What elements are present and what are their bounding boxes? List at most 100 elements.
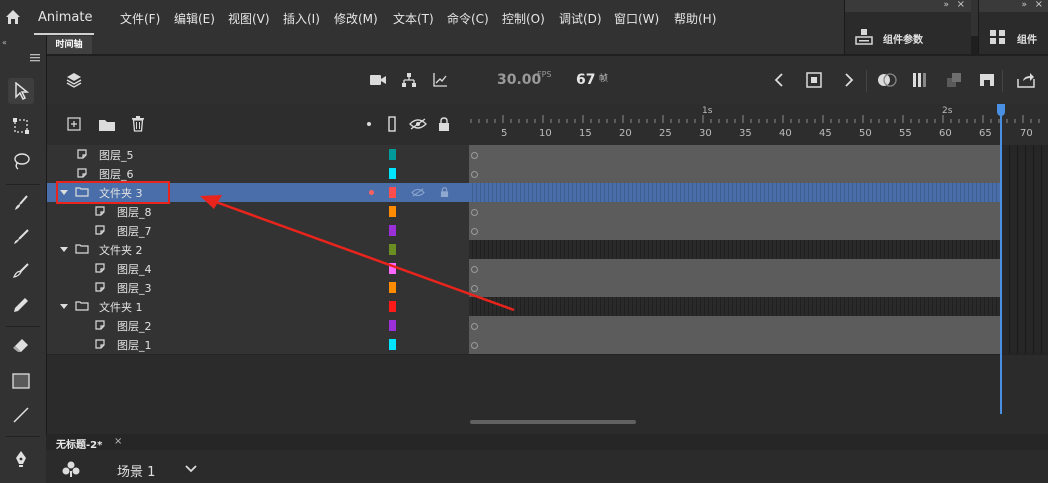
outline-icon[interactable] — [388, 116, 396, 132]
layer-row[interactable]: 图层_3 — [47, 278, 469, 298]
new-folder-icon[interactable] — [98, 118, 116, 132]
keyframe[interactable] — [471, 152, 478, 159]
frame-span[interactable] — [469, 145, 1002, 164]
empty-frames[interactable] — [1002, 335, 1048, 354]
layer-color-swatch[interactable] — [389, 339, 396, 350]
layers-icon[interactable] — [65, 71, 83, 89]
empty-frames[interactable] — [1002, 183, 1048, 202]
layer-row[interactable]: 图层_1 — [47, 335, 469, 355]
lock-icon[interactable] — [440, 187, 449, 197]
keyframe[interactable] — [471, 228, 478, 235]
rectangle-tool-icon[interactable] — [8, 368, 34, 394]
playhead-handle[interactable] — [997, 104, 1005, 116]
frame-span[interactable] — [469, 259, 1002, 278]
layer-name[interactable]: 图层_5 — [99, 147, 134, 163]
highlight-dot-icon[interactable] — [367, 122, 371, 126]
chevron-down-icon[interactable] — [185, 465, 197, 473]
stop-icon[interactable] — [806, 72, 822, 88]
frame-row[interactable] — [469, 202, 1048, 222]
folder-row[interactable]: 文件夹 1 — [47, 297, 469, 317]
menu-window[interactable]: 窗口(W) — [614, 10, 659, 27]
layer-name[interactable]: 图层_7 — [117, 223, 152, 239]
empty-frames[interactable] — [1002, 164, 1048, 183]
close-icon[interactable]: × — [957, 0, 965, 10]
export-icon[interactable] — [1017, 72, 1035, 88]
frame-span[interactable] — [469, 164, 1002, 183]
layer-row[interactable]: 图层_8 — [47, 202, 469, 222]
hide-eye-icon[interactable] — [409, 118, 427, 130]
scene-icon[interactable] — [62, 461, 80, 477]
lock-icon[interactable] — [438, 117, 450, 131]
menu-view[interactable]: 视图(V) — [228, 10, 270, 27]
layer-color-swatch[interactable] — [389, 149, 396, 160]
free-transform-icon[interactable] — [8, 113, 34, 139]
delete-icon[interactable] — [131, 116, 145, 132]
menu-help[interactable]: 帮助(H) — [674, 10, 716, 27]
keyframe[interactable] — [471, 285, 478, 292]
menu-modify[interactable]: 修改(M) — [334, 10, 378, 27]
pen-tool-icon[interactable] — [8, 446, 34, 472]
current-frame[interactable]: 67 — [576, 72, 595, 88]
frame-row[interactable] — [469, 221, 1048, 241]
layer-name[interactable]: 图层_1 — [117, 337, 152, 353]
fluid-brush-icon[interactable] — [8, 258, 34, 284]
selection-tool-icon[interactable] — [8, 78, 34, 104]
camera-icon[interactable] — [369, 73, 387, 87]
layer-color-swatch[interactable] — [389, 263, 396, 274]
frame-row[interactable] — [469, 164, 1048, 184]
menu-insert[interactable]: 插入(I) — [283, 10, 320, 27]
frame-row[interactable] — [469, 240, 1048, 260]
prev-frame-icon[interactable] — [774, 73, 784, 87]
convert-icon[interactable] — [946, 72, 962, 88]
empty-frames[interactable] — [1002, 278, 1048, 297]
layer-name[interactable]: 图层_2 — [117, 318, 152, 334]
edit-multiple-frames-icon[interactable] — [912, 72, 928, 88]
tab-timeline[interactable]: 时间轴 — [46, 36, 92, 54]
layer-color-swatch[interactable] — [389, 187, 396, 198]
keyframe[interactable] — [471, 266, 478, 273]
empty-frames[interactable] — [1002, 240, 1048, 259]
components-icon[interactable] — [989, 28, 1007, 46]
components-label[interactable]: 组件 — [1017, 31, 1037, 46]
folder-frame-span[interactable] — [469, 297, 1002, 316]
layer-name[interactable]: 图层_6 — [99, 166, 134, 182]
menu-file[interactable]: 文件(F) — [120, 10, 160, 27]
timeline-scrollbar[interactable] — [470, 420, 636, 424]
frame-span[interactable] — [469, 278, 1002, 297]
layer-color-swatch[interactable] — [389, 282, 396, 293]
layer-name[interactable]: 文件夹 1 — [99, 299, 143, 315]
home-icon[interactable] — [4, 8, 22, 26]
frame-row[interactable] — [469, 316, 1048, 336]
empty-frames[interactable] — [1002, 145, 1048, 164]
menu-text[interactable]: 文本(T) — [393, 10, 434, 27]
eraser-tool-icon[interactable] — [8, 333, 34, 359]
layer-row[interactable]: 图层_4 — [47, 259, 469, 279]
keyframe[interactable] — [471, 342, 478, 349]
folder-frame-span[interactable] — [469, 240, 1002, 259]
folder-frame-span[interactable] — [469, 183, 1002, 202]
frame-span[interactable] — [469, 335, 1002, 354]
menu-icon[interactable] — [30, 54, 40, 62]
expand-triangle-icon[interactable] — [59, 244, 69, 254]
layer-color-swatch[interactable] — [389, 320, 396, 331]
component-params-icon[interactable] — [855, 28, 873, 46]
empty-frames[interactable] — [1002, 259, 1048, 278]
layer-name[interactable]: 文件夹 2 — [99, 242, 143, 258]
empty-frames[interactable] — [1002, 316, 1048, 335]
new-layer-icon[interactable] — [67, 117, 81, 131]
menu-control[interactable]: 控制(O) — [502, 10, 545, 27]
line-tool-icon[interactable] — [8, 402, 34, 428]
layer-name[interactable]: 图层_8 — [117, 204, 152, 220]
empty-frames[interactable] — [1002, 202, 1048, 221]
keyframe[interactable] — [471, 171, 478, 178]
lasso-tool-icon[interactable] — [8, 148, 34, 174]
empty-frames[interactable] — [1002, 297, 1048, 316]
keyframe[interactable] — [471, 209, 478, 216]
fps-value[interactable]: 30.00 — [497, 72, 541, 88]
menu-debug[interactable]: 调试(D) — [559, 10, 602, 27]
close-tab-icon[interactable]: × — [114, 436, 122, 447]
frame-row[interactable] — [469, 335, 1048, 355]
collapse-icon[interactable]: « — [2, 38, 7, 47]
insert-frame-icon[interactable] — [979, 73, 995, 87]
scene-name[interactable]: 场景 1 — [117, 461, 155, 480]
